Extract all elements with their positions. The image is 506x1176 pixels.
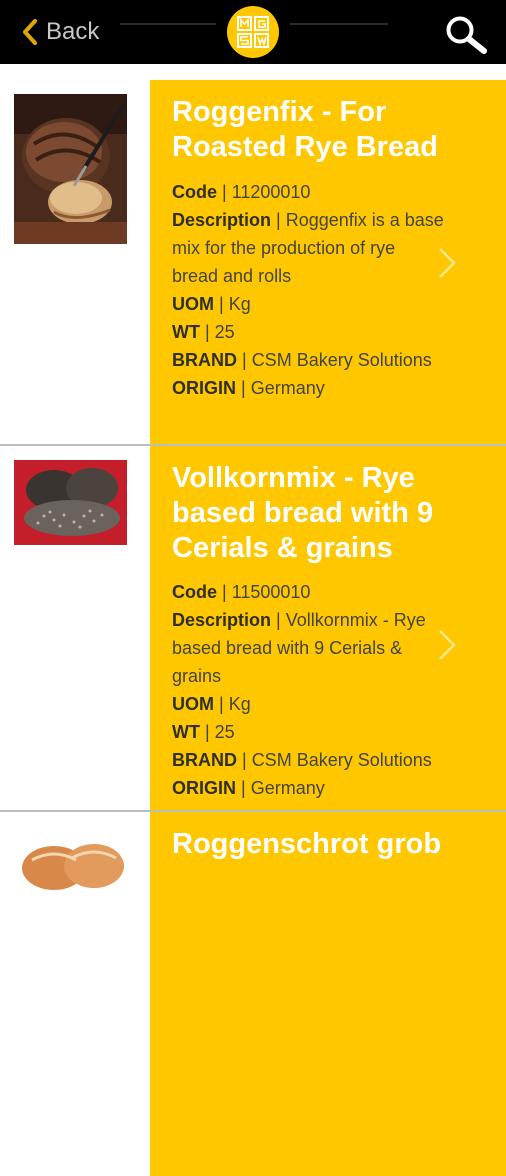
code-label: Code — [172, 582, 217, 602]
code-label: Code — [172, 182, 217, 202]
chevron-right-icon — [439, 248, 456, 278]
description-row: Description | Roggenfix is a base — [172, 210, 444, 230]
product-title-line: Roasted Rye Bread — [172, 131, 438, 163]
brand-label: BRAND — [172, 750, 237, 770]
wt-value: 25 — [214, 722, 235, 742]
product-image-seeded-loaves — [14, 460, 127, 545]
uom-label: UOM — [172, 694, 214, 714]
product-title-line: Roggenfix - For — [172, 96, 387, 128]
uom-value: Kg — [228, 694, 251, 714]
product-item[interactable]: Roggenschrot grob — [0, 812, 506, 1176]
brand-row: BRAND | CSM Bakery Solutions — [172, 350, 432, 370]
chevron-right-icon — [439, 630, 456, 660]
origin-row: ORIGIN | Germany — [172, 778, 325, 798]
search-icon — [446, 16, 487, 54]
description-value: Roggenfix is a base — [285, 210, 444, 230]
origin-label: ORIGIN — [172, 378, 237, 398]
product-title-line: based bread with 9 — [172, 497, 434, 529]
header-spacer — [0, 64, 506, 80]
wt-value: 25 — [214, 322, 235, 342]
code-value: 11500010 — [231, 582, 311, 602]
brand-label: BRAND — [172, 350, 237, 370]
wt-row: WT | 25 — [172, 722, 235, 742]
product-details: Code | 11500010 Description | Vollkornmi… — [172, 578, 482, 802]
description-label: Description — [172, 210, 272, 230]
product-details: Code | 11200010 Description | Roggenfix … — [172, 178, 482, 402]
product-list: Roggenfix - For Roasted Rye Bread Code |… — [0, 80, 506, 1176]
top-bar: Back — [0, 0, 506, 64]
description-continuation: grains — [172, 666, 222, 686]
product-title: Roggenschrot grob — [172, 827, 472, 862]
header-divider-right — [290, 23, 388, 25]
brand-value: CSM Bakery Solutions — [251, 750, 432, 770]
search-button[interactable] — [444, 14, 490, 59]
origin-value: Germany — [250, 378, 325, 398]
wt-label: WT — [172, 322, 200, 342]
product-title-line: Vollkornmix - Rye — [172, 462, 415, 494]
wt-label: WT — [172, 722, 200, 742]
chevron-left-icon — [23, 19, 37, 45]
back-button[interactable]: Back — [22, 16, 99, 48]
brand-row: BRAND | CSM Bakery Solutions — [172, 750, 432, 770]
origin-label: ORIGIN — [172, 778, 237, 798]
product-title: Roggenfix - For Roasted Rye Bread — [172, 95, 472, 165]
product-title-line: Cerials & grains — [172, 532, 393, 564]
uom-value: Kg — [228, 294, 251, 314]
code-row: Code | 11500010 — [172, 582, 311, 602]
wt-row: WT | 25 — [172, 322, 235, 342]
header-divider-left — [120, 23, 216, 25]
brand-logo[interactable] — [227, 6, 279, 58]
origin-value: Germany — [250, 778, 325, 798]
description-label: Description — [172, 610, 272, 630]
product-title-line: Roggenschrot grob — [172, 828, 442, 860]
product-title: Vollkornmix - Rye based bread with 9 Cer… — [172, 461, 472, 566]
code-row: Code | 11200010 — [172, 182, 311, 202]
product-item[interactable]: Vollkornmix - Rye based bread with 9 Cer… — [0, 446, 506, 812]
logo-mark-icon — [237, 16, 269, 48]
uom-row: UOM | Kg — [172, 694, 251, 714]
description-value: Vollkornmix - Rye — [285, 610, 426, 630]
product-image-rolls — [14, 830, 127, 890]
product-panel — [150, 812, 506, 1176]
product-image-rye-bread — [14, 94, 127, 244]
back-label: Back — [46, 18, 100, 45]
uom-label: UOM — [172, 294, 214, 314]
brand-value: CSM Bakery Solutions — [251, 350, 432, 370]
product-item[interactable]: Roggenfix - For Roasted Rye Bread Code |… — [0, 80, 506, 446]
uom-row: UOM | Kg — [172, 294, 251, 314]
code-value: 11200010 — [231, 182, 311, 202]
origin-row: ORIGIN | Germany — [172, 378, 325, 398]
